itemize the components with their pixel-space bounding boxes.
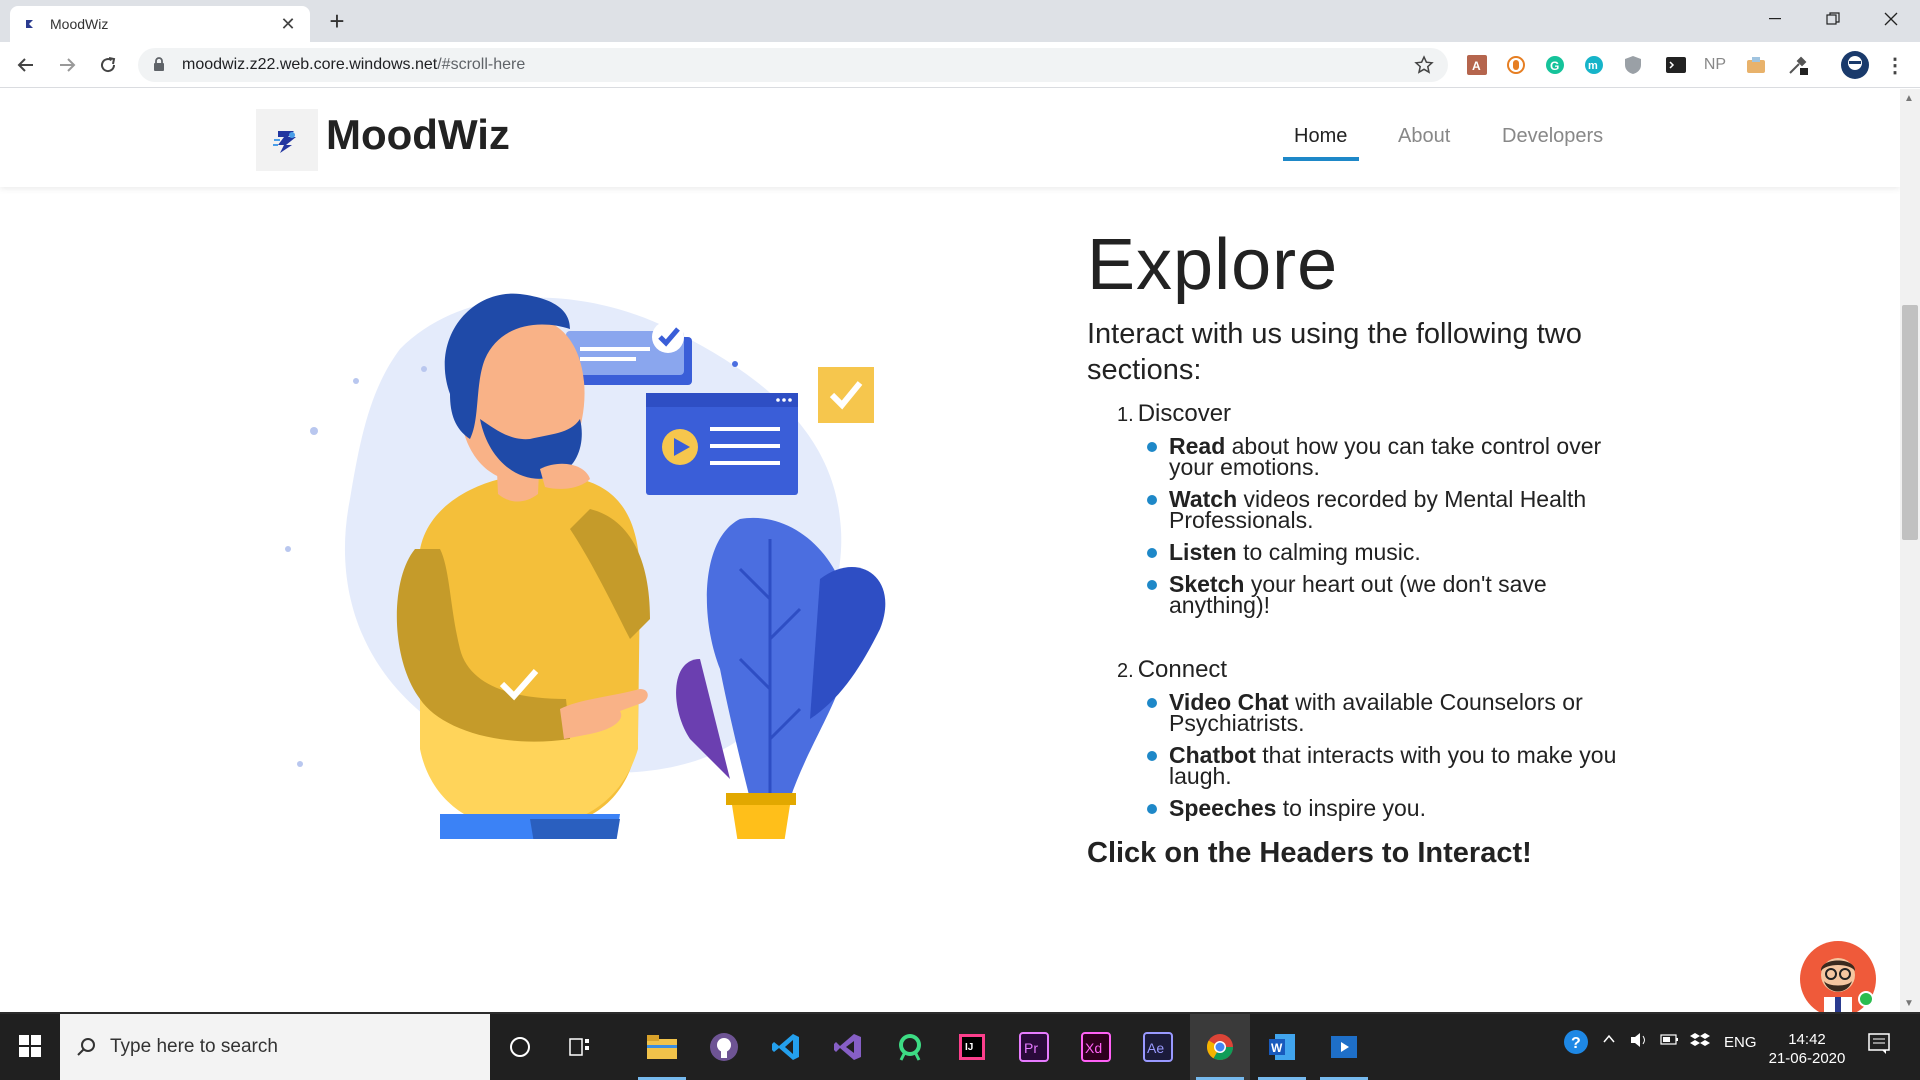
windows-taskbar: Type here to search IJ Pr Xd Ae W ? ENG … — [0, 1012, 1920, 1080]
list-item: Listen to calming music. — [1147, 541, 1647, 564]
shield-extension-icon[interactable] — [1620, 52, 1646, 78]
intellij-icon[interactable]: IJ — [942, 1014, 1002, 1080]
tab-title: MoodWiz — [50, 16, 109, 32]
reload-button[interactable] — [94, 52, 122, 78]
pdf-extension-icon[interactable]: A — [1464, 52, 1490, 78]
explore-intro: Interact with us using the following two… — [1087, 318, 1582, 386]
tab-close-icon[interactable]: ✕ — [278, 14, 298, 35]
site-navbar: MoodWiz Home About Developers — [0, 89, 1900, 187]
lock-icon — [152, 56, 170, 74]
moodwiz-favicon-icon — [22, 16, 38, 32]
explore-content: Explore Interact with us using the follo… — [1087, 224, 1647, 870]
clock-time: 14:42 — [1788, 1031, 1826, 1048]
browser-tabstrip: MoodWiz ✕ + — [0, 0, 1920, 42]
clock-date: 21-06-2020 — [1768, 1050, 1846, 1067]
list-item: Watch videos recorded by Mental Health P… — [1147, 488, 1647, 532]
battery-icon[interactable] — [1660, 1032, 1680, 1050]
svg-text:G: G — [1550, 59, 1559, 73]
list-item: Chatbot that interacts with you to make … — [1147, 744, 1647, 788]
m-extension-icon[interactable]: m — [1581, 52, 1607, 78]
after-effects-icon[interactable]: Ae — [1128, 1014, 1188, 1080]
restore-button[interactable] — [1804, 0, 1862, 38]
page-scrollbar[interactable] — [1900, 89, 1920, 1012]
svg-text:A: A — [1472, 59, 1481, 73]
list-item: Sketch your heart out (we don't save any… — [1147, 573, 1647, 617]
help-icon[interactable]: ? — [1562, 1028, 1590, 1060]
svg-text:Ae: Ae — [1147, 1040, 1164, 1056]
svg-text:Xd: Xd — [1085, 1040, 1102, 1056]
bookmark-star-icon[interactable] — [1414, 55, 1434, 80]
clip-extension-icon[interactable] — [1503, 52, 1529, 78]
search-placeholder: Type here to search — [110, 1036, 278, 1057]
scrollbar-thumb[interactable] — [1902, 305, 1918, 540]
list-item: Read about how you can take control over… — [1147, 435, 1647, 479]
svg-text:m: m — [1588, 60, 1598, 72]
task-view-icon[interactable] — [550, 1014, 610, 1080]
chevron-up-icon[interactable] — [1602, 1032, 1616, 1050]
browser-tab[interactable]: MoodWiz ✕ — [10, 6, 310, 42]
word-icon[interactable]: W — [1252, 1014, 1312, 1080]
nav-home[interactable]: Home — [1294, 125, 1347, 148]
discover-list: Read about how you can take control over… — [1147, 435, 1647, 617]
video-player-icon[interactable] — [1314, 1014, 1374, 1080]
vscode-icon[interactable] — [756, 1014, 816, 1080]
cortana-icon[interactable] — [490, 1014, 550, 1080]
scroll-down-icon[interactable]: ▼ — [1904, 998, 1914, 1009]
adobe-xd-icon[interactable]: Xd — [1066, 1014, 1126, 1080]
github-icon[interactable] — [694, 1014, 754, 1080]
web-page: MoodWiz Home About Developers Explore In… — [0, 89, 1900, 1012]
notification-center-icon[interactable] — [1868, 1032, 1890, 1058]
taskbar-search-box[interactable]: Type here to search — [60, 1014, 490, 1080]
svg-text:?: ? — [1571, 1035, 1581, 1052]
chrome-icon[interactable] — [1190, 1014, 1250, 1080]
nav-active-underline — [1283, 157, 1359, 161]
windows-start-icon[interactable] — [10, 1026, 50, 1066]
visual-studio-icon[interactable] — [818, 1014, 878, 1080]
new-tab-button[interactable]: + — [322, 8, 352, 34]
tag-extension-icon[interactable] — [1743, 52, 1769, 78]
site-brand[interactable]: MoodWiz — [326, 111, 510, 159]
search-icon — [77, 1038, 95, 1056]
call-to-action: Click on the Headers to Interact! — [1087, 837, 1532, 869]
eyedropper-extension-icon[interactable] — [1785, 52, 1811, 78]
online-status-icon — [1858, 991, 1874, 1007]
section-discover-header[interactable]: 1. Discover — [1087, 400, 1647, 428]
scroll-up-icon[interactable]: ▲ — [1904, 93, 1914, 104]
section-connect-header[interactable]: 2. Connect — [1087, 656, 1647, 684]
svg-text:W: W — [1271, 1041, 1283, 1055]
taskbar-clock[interactable]: 14:42 21-06-2020 — [1762, 1030, 1852, 1068]
android-studio-icon[interactable] — [880, 1014, 940, 1080]
connect-list: Video Chat with available Counselors or … — [1147, 691, 1647, 820]
close-window-button[interactable] — [1862, 0, 1920, 38]
svg-text:Pr: Pr — [1024, 1040, 1038, 1056]
nav-about[interactable]: About — [1398, 125, 1450, 148]
url-text: moodwiz.z22.web.core.windows.net/#scroll… — [182, 56, 526, 73]
np-extension-icon[interactable]: NP — [1702, 52, 1728, 78]
minimize-button[interactable] — [1746, 0, 1804, 38]
volume-icon[interactable] — [1630, 1032, 1648, 1052]
back-button[interactable] — [12, 52, 40, 78]
premiere-pro-icon[interactable]: Pr — [1004, 1014, 1064, 1080]
dropbox-icon[interactable] — [1690, 1032, 1710, 1054]
moodwiz-logo-icon[interactable] — [256, 109, 318, 171]
browser-menu-icon[interactable]: ⋮ — [1882, 52, 1908, 78]
language-indicator[interactable]: ENG — [1724, 1034, 1757, 1051]
svg-text:IJ: IJ — [965, 1042, 973, 1053]
profile-avatar-icon[interactable] — [1839, 49, 1871, 81]
explore-heading: Explore — [1087, 225, 1339, 305]
address-bar[interactable]: moodwiz.z22.web.core.windows.net/#scroll… — [138, 48, 1448, 82]
terminal-extension-icon[interactable] — [1663, 52, 1689, 78]
nav-developers[interactable]: Developers — [1502, 125, 1603, 148]
forward-button[interactable] — [53, 52, 81, 78]
grammarly-extension-icon[interactable]: G — [1542, 52, 1568, 78]
thinking-man-illustration — [285, 293, 886, 839]
file-explorer-icon[interactable] — [632, 1014, 692, 1080]
list-item: Video Chat with available Counselors or … — [1147, 691, 1647, 735]
list-item: Speeches to inspire you. — [1147, 797, 1647, 820]
browser-toolbar: moodwiz.z22.web.core.windows.net/#scroll… — [0, 42, 1920, 88]
